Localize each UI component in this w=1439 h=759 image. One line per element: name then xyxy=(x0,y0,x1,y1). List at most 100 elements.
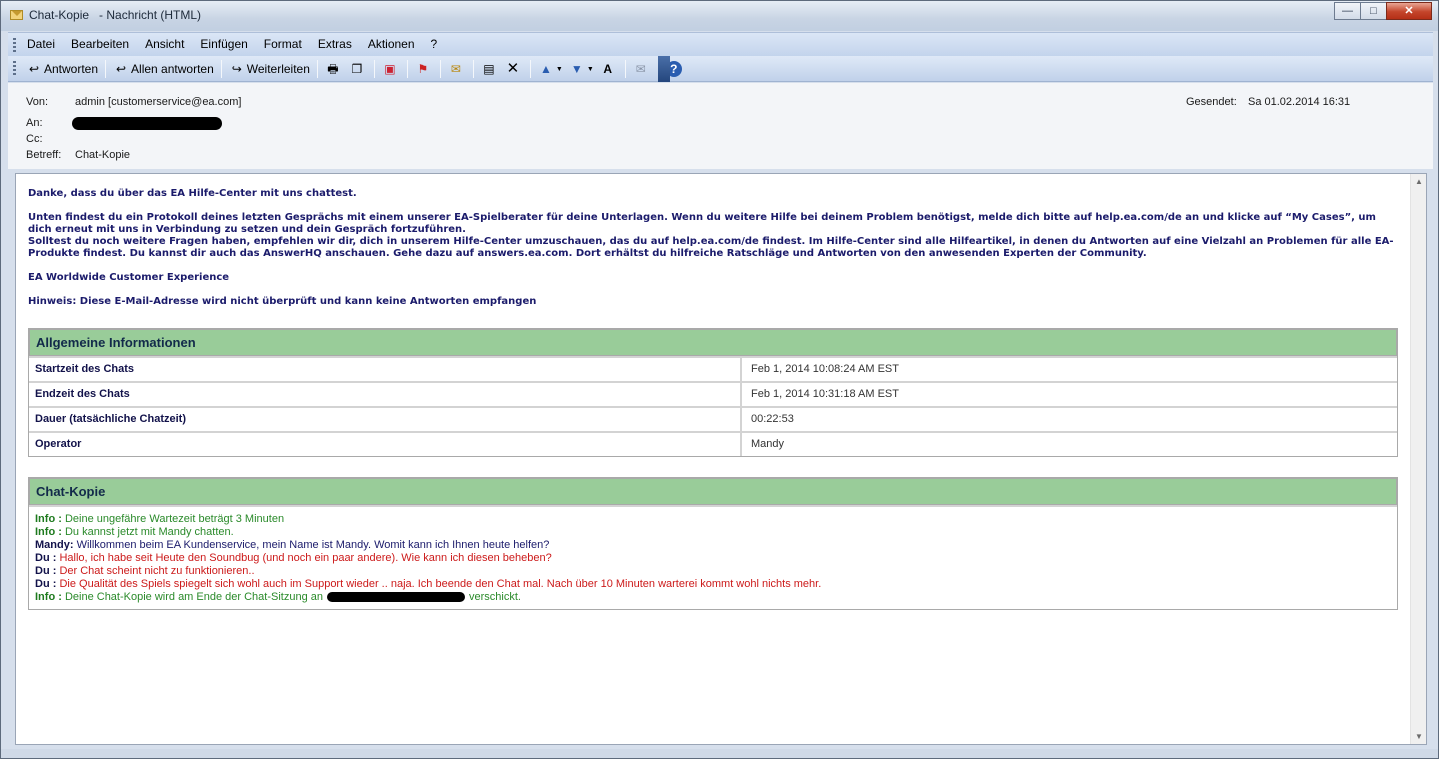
chat-line: Info : Du kannst jetzt mit Mandy chatten… xyxy=(35,526,1391,539)
chevron-down-icon: ▼ xyxy=(586,65,594,73)
menu-ansicht[interactable]: Ansicht xyxy=(145,37,184,51)
menu-datei[interactable]: Datei xyxy=(27,37,55,51)
window-bottom-frame xyxy=(1,749,1438,758)
toolbar-separator xyxy=(529,60,531,78)
message-header: Von: admin [customerservice@ea.com] An: … xyxy=(8,83,1433,169)
minimize-button[interactable]: — xyxy=(1334,2,1361,20)
cc-label: Cc: xyxy=(26,133,43,145)
chat-text: Du kannst jetzt mit Mandy chatten. xyxy=(64,526,234,538)
move-button[interactable]: ▤ xyxy=(478,59,502,79)
mail-options-icon: ✉ xyxy=(635,62,646,76)
mark-unread-button[interactable]: ✉ xyxy=(630,59,654,79)
chat-line: Du : Die Qualität des Spiels spiegelt si… xyxy=(35,578,1391,591)
grip-handle-icon[interactable] xyxy=(13,61,16,75)
menu-bearbeiten[interactable]: Bearbeiten xyxy=(71,37,129,51)
subject-label: Betreff: xyxy=(26,149,62,161)
chevron-down-icon: ▼ xyxy=(555,65,563,73)
window-title: Chat-Kopie - Nachricht (HTML) xyxy=(29,8,202,22)
chat-text: Die Qualität des Spiels spiegelt sich wo… xyxy=(59,578,822,590)
font-size-button[interactable]: A xyxy=(597,59,621,79)
row-value: Feb 1, 2014 10:31:18 AM EST xyxy=(751,388,899,400)
menu-format[interactable]: Format xyxy=(264,37,302,51)
message-content: Danke, dass du über das EA Hilfe-Center … xyxy=(28,188,1401,320)
flag-button[interactable]: ⚑ xyxy=(412,59,436,79)
folder-move-icon: ▤ xyxy=(483,62,495,76)
arrow-down-icon: ▼ xyxy=(570,62,583,76)
row-label: Startzeit des Chats xyxy=(29,358,742,381)
move-to-folder-button[interactable]: ▣ xyxy=(379,59,403,79)
row-value: 00:22:53 xyxy=(751,413,794,425)
chat-line: Du : Hallo, ich habe seit Heute den Soun… xyxy=(35,552,1391,565)
chat-line: Info : Deine Chat-Kopie wird am Ende der… xyxy=(35,591,1391,604)
chat-speaker: Du : xyxy=(35,578,57,590)
scroll-up-icon[interactable]: ▲ xyxy=(1415,177,1423,186)
chat-text: verschickt. xyxy=(468,591,521,603)
next-item-button[interactable]: ▼ ▼ xyxy=(566,59,597,79)
from-label: Von: xyxy=(26,96,49,108)
chat-speaker: Du : xyxy=(35,552,57,564)
toolbar-separator xyxy=(105,60,107,78)
menu-extras[interactable]: Extras xyxy=(318,37,352,51)
toolbar-separator xyxy=(373,60,375,78)
greeting-paragraph: Danke, dass du über das EA Hilfe-Center … xyxy=(28,188,357,199)
print-button[interactable]: 🖶 xyxy=(322,59,346,79)
row-label: Dauer (tatsächliche Chatzeit) xyxy=(29,408,742,431)
chat-lines: Info : Deine ungefähre Wartezeit beträgt… xyxy=(29,505,1397,609)
row-value: Mandy xyxy=(751,438,785,450)
subject-value: Chat-Kopie xyxy=(75,149,131,161)
scroll-down-icon[interactable]: ▼ xyxy=(1415,732,1423,741)
envelope-icon xyxy=(10,10,23,20)
printer-icon: 🖶 xyxy=(327,62,339,76)
toolbar-overflow-button[interactable] xyxy=(658,56,670,82)
toolbar-separator xyxy=(439,60,441,78)
row-label: Endzeit des Chats xyxy=(29,383,742,406)
previous-item-button[interactable]: ▲ ▼ xyxy=(535,59,566,79)
toolbar-separator xyxy=(406,60,408,78)
arrow-up-icon: ▲ xyxy=(539,62,552,76)
redacted-recipient xyxy=(72,117,222,130)
reply-all-button[interactable]: ↩ Allen antworten xyxy=(110,59,217,79)
address-book-button[interactable]: ✉ xyxy=(445,59,469,79)
vertical-scrollbar[interactable]: ▲ ▼ xyxy=(1410,174,1426,744)
chat-line: Mandy: Willkommen beim EA Kundenservice,… xyxy=(35,539,1391,552)
copy-icon: ❐ xyxy=(351,62,363,76)
chat-text: Willkommen beim EA Kundenservice, mein N… xyxy=(76,539,550,551)
chat-line: Du : Der Chat scheint nicht zu funktioni… xyxy=(35,565,1391,578)
close-button[interactable]: ✕ xyxy=(1386,2,1432,20)
row-value: Feb 1, 2014 10:08:24 AM EST xyxy=(751,363,899,375)
forward-button[interactable]: ↪ Weiterleiten xyxy=(226,59,313,79)
redacted-email xyxy=(326,592,465,603)
menu-help[interactable]: ? xyxy=(431,37,438,51)
chat-transcript: Chat-Kopie Info : Deine ungefähre Wartez… xyxy=(28,477,1398,610)
copy-button[interactable]: ❐ xyxy=(346,59,370,79)
delete-button[interactable]: ✕ xyxy=(502,59,526,79)
reply-label: Antworten xyxy=(44,62,99,76)
table-row: Startzeit des Chats Feb 1, 2014 10:08:24… xyxy=(29,356,1397,381)
forward-icon: ↪ xyxy=(231,62,242,76)
chat-text: Hallo, ich habe seit Heute den Soundbug … xyxy=(59,552,552,564)
table-row: Endzeit des Chats Feb 1, 2014 10:31:18 A… xyxy=(29,381,1397,406)
maximize-button[interactable]: □ xyxy=(1360,2,1387,20)
message-body[interactable]: Danke, dass du über das EA Hilfe-Center … xyxy=(15,173,1427,745)
chat-heading: Chat-Kopie xyxy=(29,478,1397,505)
envelope-open-icon: ✉ xyxy=(450,62,461,76)
forward-label: Weiterleiten xyxy=(246,62,310,76)
sent-label: Gesendet: xyxy=(1186,96,1237,108)
menu-aktionen[interactable]: Aktionen xyxy=(368,37,415,51)
chat-speaker: Info : xyxy=(35,513,62,525)
reply-button[interactable]: ↩ Antworten xyxy=(23,59,101,79)
chat-speaker: Info : xyxy=(35,591,62,603)
reply-all-icon: ↩ xyxy=(116,62,127,76)
reply-all-label: Allen antworten xyxy=(131,62,214,76)
row-label: Operator xyxy=(29,433,742,456)
menu-einfuegen[interactable]: Einfügen xyxy=(200,37,247,51)
toolbar: ↩ Antworten ↩ Allen antworten ↪ Weiterle… xyxy=(8,56,1433,82)
title-bar: Chat-Kopie - Nachricht (HTML) — □ ✕ xyxy=(1,1,1438,31)
toolbar-separator xyxy=(624,60,626,78)
toolbar-separator xyxy=(220,60,222,78)
from-value[interactable]: admin [customerservice@ea.com] xyxy=(75,96,241,108)
reply-icon: ↩ xyxy=(28,62,40,76)
chat-text: Der Chat scheint nicht zu funktionieren.… xyxy=(59,565,255,577)
grip-handle-icon[interactable] xyxy=(13,38,16,52)
general-info-heading: Allgemeine Informationen xyxy=(29,329,1397,356)
